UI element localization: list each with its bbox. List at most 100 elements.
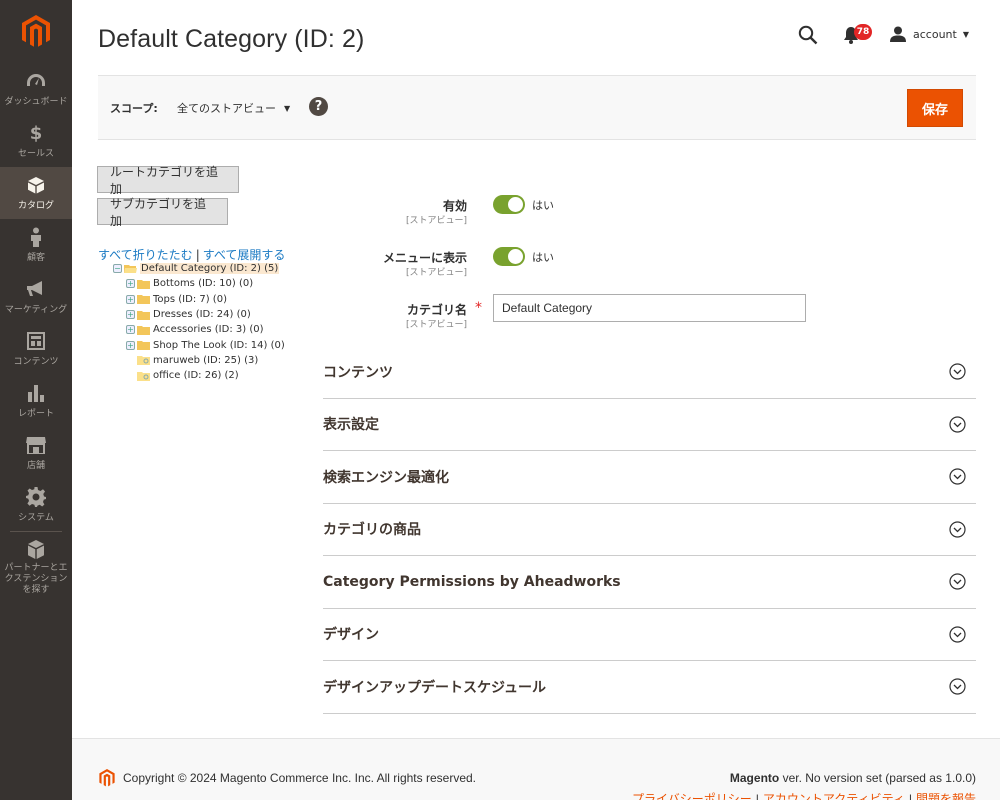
category-name-input[interactable]: Default Category	[493, 294, 806, 322]
magento-logo-icon	[22, 15, 50, 47]
folder-icon	[137, 325, 150, 335]
tree-node-root[interactable]: − Default Category (ID: 2) (5)	[113, 261, 285, 276]
scope-toolbar: スコープ: 全てのストアビュー ▼ ? 保存	[98, 75, 976, 140]
chevron-down-circle-icon	[949, 363, 966, 380]
chevron-down-circle-icon	[949, 573, 966, 590]
chevron-down-circle-icon	[949, 521, 966, 538]
account-menu[interactable]: account ▼	[890, 26, 969, 42]
section-title: コンテンツ	[323, 364, 393, 381]
section-title: デザイン	[323, 627, 379, 644]
tree-node-label: Dresses (ID: 24) (0)	[153, 309, 251, 321]
sidebar-item-label: セールス	[17, 149, 54, 159]
expand-toggle-icon[interactable]: +	[126, 294, 135, 304]
section-products-in-category[interactable]: カテゴリの商品	[323, 504, 976, 556]
section-title: 検索エンジン最適化	[323, 469, 449, 486]
chevron-down-circle-icon	[949, 468, 966, 485]
gear-icon	[25, 487, 47, 507]
collapse-toggle-icon[interactable]: −	[113, 264, 122, 274]
section-content[interactable]: コンテンツ	[323, 346, 976, 399]
tree-node[interactable]: + Dresses (ID: 24) (0)	[113, 307, 285, 322]
sidebar-item-label: レポート	[17, 409, 54, 419]
sidebar-item-customers[interactable]: 顧客	[0, 219, 72, 271]
sidebar-item-label: コンテンツ	[13, 357, 59, 367]
chevron-down-circle-icon	[949, 678, 966, 695]
section-display-settings[interactable]: 表示設定	[323, 399, 976, 451]
section-design[interactable]: デザイン	[323, 609, 976, 661]
field-scope: [ストアビュー]	[405, 216, 467, 226]
copyright-text: Copyright © 2024 Magento Commerce Inc. I…	[123, 771, 476, 785]
footer-link-separator: |	[755, 792, 759, 800]
report-issue-link[interactable]: 問題を報告	[916, 792, 976, 800]
notification-count-badge[interactable]: 78	[854, 24, 872, 40]
expand-toggle-icon[interactable]: +	[126, 340, 135, 350]
user-icon	[890, 26, 906, 42]
version-info: Magento ver. No version set (parsed as 1…	[730, 771, 976, 785]
tree-node[interactable]: office (ID: 26) (2)	[113, 368, 285, 383]
sidebar-item-catalog[interactable]: カタログ	[0, 167, 72, 219]
expand-toggle-icon[interactable]: +	[126, 279, 135, 289]
folder-icon	[137, 295, 150, 305]
magento-logo[interactable]	[0, 0, 72, 63]
add-root-category-button[interactable]: ルートカテゴリを追加	[97, 165, 239, 196]
field-scope: [ストアビュー]	[405, 268, 467, 278]
dollar-icon: $	[29, 122, 43, 144]
folder-search-icon	[137, 356, 150, 366]
account-activity-link[interactable]: アカウントアクティビティ	[763, 792, 905, 800]
help-icon[interactable]: ?	[309, 97, 328, 116]
sidebar-item-dashboard[interactable]: ダッシュボード	[0, 63, 72, 115]
customer-icon	[25, 227, 47, 247]
section-seo[interactable]: 検索エンジン最適化	[323, 451, 976, 504]
admin-sidebar: ダッシュボード $ セールス カタログ 顧客 マーケティング コンテンツ レポー…	[0, 0, 72, 800]
toggle-knob	[508, 197, 523, 212]
tree-node[interactable]: + Accessories (ID: 3) (0)	[113, 322, 285, 337]
tree-node[interactable]: + Tops (ID: 7) (0)	[113, 292, 285, 307]
field-label: メニューに表示	[382, 251, 467, 265]
expand-toggle-icon[interactable]: +	[126, 325, 135, 335]
sidebar-item-system[interactable]: システム	[0, 479, 72, 531]
chevron-down-icon: ▼	[962, 29, 969, 39]
save-button[interactable]: 保存	[907, 89, 963, 127]
sidebar-item-label: カタログ	[17, 201, 54, 211]
search-icon[interactable]	[798, 25, 818, 45]
expand-toggle-icon[interactable]: +	[126, 310, 135, 320]
include-in-menu-toggle[interactable]	[493, 247, 525, 266]
category-tree: − Default Category (ID: 2) (5) + Bottoms…	[113, 261, 285, 383]
sidebar-item-marketing[interactable]: マーケティング	[0, 271, 72, 323]
chevron-down-circle-icon	[949, 416, 966, 433]
extensions-box-icon	[25, 540, 47, 560]
store-icon	[25, 435, 47, 455]
collapse-all-link[interactable]: すべて折りたたむ	[98, 248, 193, 262]
privacy-policy-link[interactable]: プライバシーポリシー	[632, 792, 752, 800]
sidebar-item-sales[interactable]: $ セールス	[0, 115, 72, 167]
sidebar-item-content[interactable]: コンテンツ	[0, 323, 72, 375]
tree-node-label: Tops (ID: 7) (0)	[153, 293, 227, 305]
add-subcategory-button[interactable]: サブカテゴリを追加	[97, 197, 228, 228]
sidebar-item-label: システム	[18, 513, 54, 523]
sidebar-item-label: 店舗	[26, 461, 45, 471]
field-scope: [ストアビュー]	[405, 320, 467, 330]
tree-node-label: office (ID: 26) (2)	[153, 370, 239, 382]
enabled-toggle[interactable]	[493, 195, 525, 214]
section-category-permissions[interactable]: Category Permissions by Aheadworks	[323, 556, 976, 609]
field-label: 有効	[442, 199, 467, 213]
footer-links: プライバシーポリシー | アカウントアクティビティ | 問題を報告	[632, 790, 976, 800]
sidebar-item-label: ダッシュボード	[4, 97, 68, 107]
expand-all-link[interactable]: すべて展開する	[203, 248, 286, 262]
sidebar-item-stores[interactable]: 店舗	[0, 427, 72, 479]
section-title: Category Permissions by Aheadworks	[323, 573, 621, 590]
store-view-selected: 全てのストアビュー	[177, 102, 276, 115]
collapsible-sections: コンテンツ 表示設定 検索エンジン最適化 カテゴリの商品 Category Pe…	[323, 346, 976, 714]
tree-node[interactable]: + Bottoms (ID: 10) (0)	[113, 276, 285, 291]
folder-icon	[137, 279, 150, 289]
page-title: Default Category (ID: 2)	[98, 25, 365, 53]
include-in-menu-label: メニューに表示 [ストアビュー]	[383, 249, 467, 278]
field-label: カテゴリ名	[406, 303, 467, 317]
section-schedule-design-update[interactable]: デザインアップデートスケジュール	[323, 661, 976, 714]
sidebar-item-reports[interactable]: レポート	[0, 375, 72, 427]
tree-node[interactable]: + Shop The Look (ID: 14) (0)	[113, 337, 285, 352]
sidebar-item-label: 顧客	[26, 253, 45, 263]
sidebar-item-extensions[interactable]: パートナーとエクステンションを探す	[0, 532, 72, 604]
magento-footer-logo-icon	[99, 769, 115, 787]
store-view-switcher[interactable]: 全てのストアビュー ▼	[177, 100, 290, 116]
tree-node[interactable]: maruweb (ID: 25) (3)	[113, 353, 285, 368]
